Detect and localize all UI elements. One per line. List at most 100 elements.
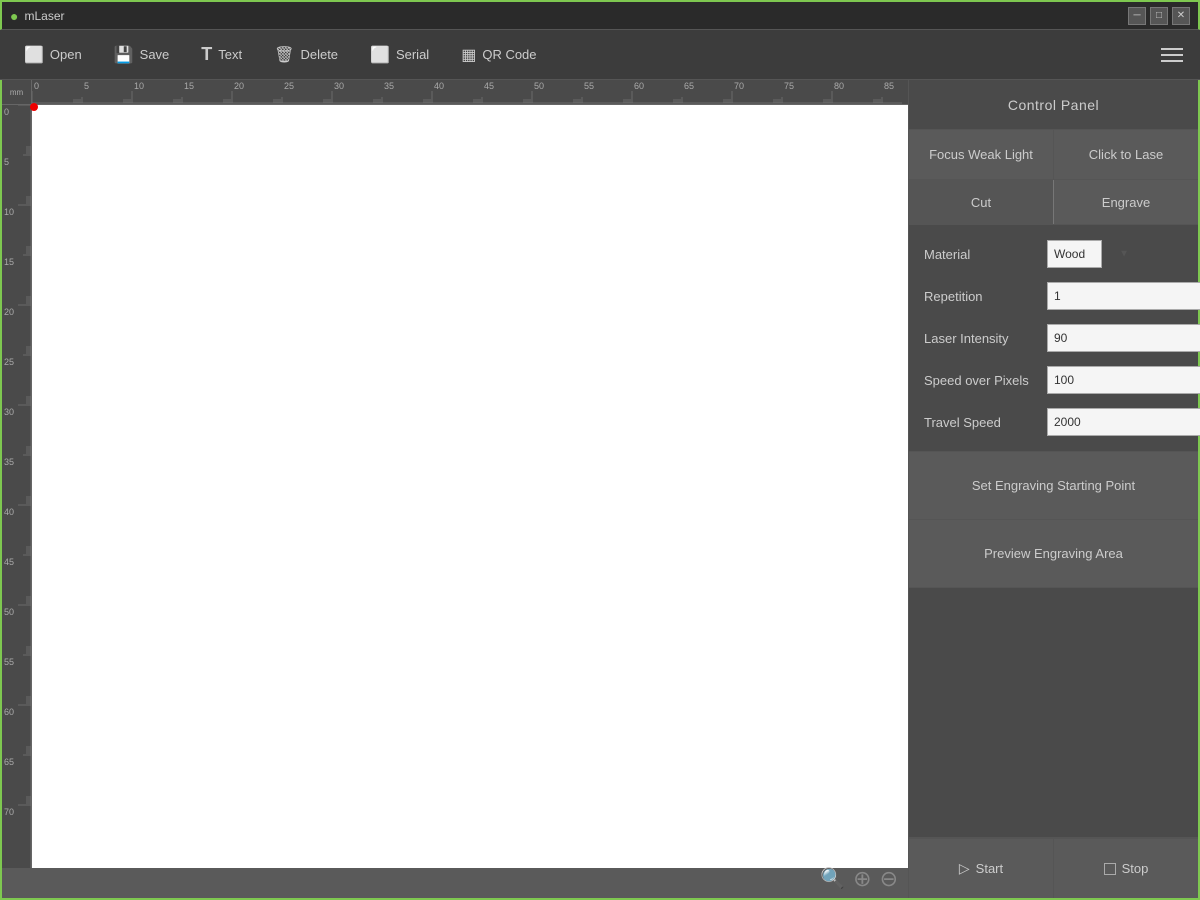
hamburger-button[interactable]	[1154, 37, 1190, 73]
canvas-area[interactable]: mm 0510152025303540455055606570758085 05…	[2, 80, 908, 898]
set-engraving-starting-point-button[interactable]: Set Engraving Starting Point	[909, 452, 1198, 520]
stop-label: Stop	[1122, 861, 1149, 876]
svg-text:80: 80	[834, 81, 844, 91]
material-row: Material Wood Acrylic Leather Metal ▼	[924, 240, 1183, 268]
repetition-input[interactable]	[1047, 282, 1200, 310]
cut-tab-label: Cut	[971, 195, 991, 210]
toolbar: ⬜ Open 💾 Save T Text 🗑 Delete ⬜ Serial ▦…	[0, 30, 1200, 80]
speed-pixels-row: Speed over Pixels mm/min	[924, 366, 1183, 394]
material-label: Material	[924, 247, 1039, 262]
svg-text:55: 55	[584, 81, 594, 91]
action-buttons: Focus Weak Light Click to Lase	[909, 130, 1198, 180]
repetition-row: Repetition	[924, 282, 1183, 310]
ruler-corner: mm	[2, 80, 32, 105]
delete-button[interactable]: 🗑 Delete	[260, 39, 352, 71]
zoom-fit-button[interactable]: 🔍	[820, 869, 845, 889]
preview-engraving-area-button[interactable]: Preview Engraving Area	[909, 520, 1198, 588]
control-panel-header: Control Panel	[909, 80, 1198, 130]
close-button[interactable]: ✕	[1172, 7, 1190, 25]
engrave-tab-label: Engrave	[1102, 195, 1150, 210]
travel-speed-input[interactable]	[1047, 408, 1200, 436]
start-label: Start	[976, 861, 1003, 876]
svg-text:40: 40	[434, 81, 444, 91]
zoom-controls: 🔍 ⊕ ⊖	[820, 868, 898, 890]
svg-text:10: 10	[134, 81, 144, 91]
open-label: Open	[50, 47, 82, 62]
svg-text:70: 70	[734, 81, 744, 91]
laser-intensity-input[interactable]	[1047, 324, 1200, 352]
zoom-in-button[interactable]: ⊕	[853, 868, 871, 890]
titlebar-controls: ─ □ ✕	[1128, 7, 1190, 25]
focus-weak-light-label: Focus Weak Light	[929, 147, 1033, 162]
svg-text:70: 70	[4, 807, 14, 817]
zoom-out-button[interactable]: ⊖	[880, 868, 898, 890]
svg-text:5: 5	[4, 157, 9, 167]
material-select-wrapper: Wood Acrylic Leather Metal ▼	[1047, 240, 1135, 268]
svg-text:60: 60	[4, 707, 14, 717]
open-icon: ⬜	[24, 45, 44, 65]
svg-text:50: 50	[4, 607, 14, 617]
serial-label: Serial	[396, 47, 429, 62]
svg-text:55: 55	[4, 657, 14, 667]
qrcode-label: QR Code	[482, 47, 536, 62]
laser-intensity-row: Laser Intensity %	[924, 324, 1183, 352]
stop-button[interactable]: Stop	[1054, 839, 1198, 898]
start-button[interactable]: ▷ Start	[909, 839, 1054, 898]
svg-text:0: 0	[34, 81, 39, 91]
start-icon: ▷	[959, 860, 970, 877]
click-to-lase-button[interactable]: Click to Lase	[1054, 130, 1198, 179]
preview-engraving-area-label: Preview Engraving Area	[984, 546, 1123, 561]
serial-button[interactable]: ⬜ Serial	[356, 39, 443, 71]
text-label: Text	[218, 47, 242, 62]
svg-text:65: 65	[684, 81, 694, 91]
app-title: mLaser	[24, 9, 64, 23]
speed-pixels-label: Speed over Pixels	[924, 373, 1039, 388]
speed-pixels-input[interactable]	[1047, 366, 1200, 394]
svg-text:35: 35	[4, 457, 14, 467]
serial-icon: ⬜	[370, 45, 390, 65]
panel-spacer	[909, 588, 1198, 838]
text-icon: T	[201, 44, 212, 65]
svg-text:25: 25	[284, 81, 294, 91]
maximize-button[interactable]: □	[1150, 7, 1168, 25]
open-button[interactable]: ⬜ Open	[10, 39, 96, 71]
click-to-lase-label: Click to Lase	[1089, 147, 1163, 162]
minimize-button[interactable]: ─	[1128, 7, 1146, 25]
save-button[interactable]: 💾 Save	[100, 39, 184, 71]
svg-text:30: 30	[334, 81, 344, 91]
svg-text:85: 85	[884, 81, 894, 91]
ruler-top-svg: 0510152025303540455055606570758085	[32, 80, 902, 104]
app-icon: ●	[10, 8, 18, 24]
cut-tab[interactable]: Cut	[909, 180, 1054, 224]
ruler-unit: mm	[10, 88, 23, 97]
titlebar-left: ● mLaser	[10, 8, 64, 24]
delete-label: Delete	[300, 47, 338, 62]
svg-text:75: 75	[784, 81, 794, 91]
svg-text:60: 60	[634, 81, 644, 91]
main: mm 0510152025303540455055606570758085 05…	[0, 80, 1200, 900]
ruler-top: 0510152025303540455055606570758085	[32, 80, 908, 105]
delete-icon: 🗑	[274, 45, 294, 65]
select-arrow-icon: ▼	[1119, 249, 1129, 260]
svg-text:5: 5	[84, 81, 89, 91]
set-engraving-starting-point-label: Set Engraving Starting Point	[972, 478, 1135, 493]
drawing-canvas[interactable]	[32, 105, 908, 868]
repetition-label: Repetition	[924, 289, 1039, 304]
svg-text:40: 40	[4, 507, 14, 517]
focus-weak-light-button[interactable]: Focus Weak Light	[909, 130, 1054, 179]
svg-text:25: 25	[4, 357, 14, 367]
svg-text:45: 45	[4, 557, 14, 567]
text-button[interactable]: T Text	[187, 38, 256, 71]
engrave-tab[interactable]: Engrave	[1054, 180, 1198, 224]
hamburger-line-2	[1161, 54, 1183, 56]
save-label: Save	[140, 47, 170, 62]
svg-text:20: 20	[4, 307, 14, 317]
material-select[interactable]: Wood Acrylic Leather Metal	[1047, 240, 1102, 268]
travel-speed-row: Travel Speed mm/min	[924, 408, 1183, 436]
titlebar: ● mLaser ─ □ ✕	[0, 0, 1200, 30]
svg-text:20: 20	[234, 81, 244, 91]
ruler-left-svg: 0510152025303540455055606570	[2, 105, 32, 868]
svg-text:65: 65	[4, 757, 14, 767]
qrcode-button[interactable]: ▦ QR Code	[447, 39, 550, 71]
svg-text:10: 10	[4, 207, 14, 217]
